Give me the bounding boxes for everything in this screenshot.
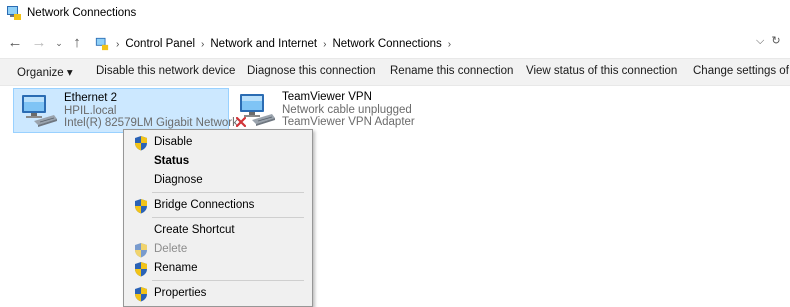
menu-item-label: Disable — [154, 136, 193, 148]
menu-item-bridge-connections[interactable]: Bridge Connections — [124, 196, 312, 215]
breadcrumb-separator-icon[interactable]: › — [448, 39, 451, 50]
organize-menu-button[interactable]: Organize ▾ — [17, 65, 73, 79]
breadcrumb-network-and-internet[interactable]: Network and Internet — [210, 38, 317, 50]
title-bar: Network Connections — [0, 0, 790, 28]
forward-arrow-icon[interactable]: → — [30, 34, 48, 52]
connection-name: Ethernet 2 — [64, 92, 118, 104]
menu-separator — [152, 217, 304, 218]
menu-item-label: Properties — [154, 287, 207, 299]
menu-item-disable[interactable]: Disable — [124, 133, 312, 152]
connection-status: Network cable unplugged — [282, 103, 412, 116]
address-controls: ⌵ ↻ — [756, 34, 781, 48]
uac-shield-icon — [134, 242, 148, 258]
menu-separator — [152, 192, 304, 193]
context-menu: Disable Status Diagnose Bridge Connectio… — [123, 129, 313, 307]
breadcrumb-separator-icon[interactable]: › — [201, 39, 204, 50]
view-status-button[interactable]: View status of this connection — [526, 65, 677, 77]
network-connections-icon — [7, 6, 21, 20]
menu-item-diagnose[interactable]: Diagnose — [124, 171, 312, 190]
disable-device-button[interactable]: Disable this network device — [96, 65, 235, 77]
menu-item-label: Rename — [154, 262, 198, 274]
rename-connection-button[interactable]: Rename this connection — [390, 65, 513, 77]
connection-details: TeamViewer VPN Network cable unplugged T… — [282, 91, 415, 129]
menu-item-label: Status — [154, 155, 190, 167]
refresh-icon[interactable]: ↻ — [771, 35, 780, 47]
menu-item-label: Delete — [154, 243, 188, 255]
connection-details: Ethernet 2 HPIL.local Intel(R) 82579LM G… — [64, 92, 238, 130]
address-bar: ← → ⌄ ↑ › Control Panel › Network and In… — [0, 30, 790, 56]
menu-item-create-shortcut[interactable]: Create Shortcut — [124, 221, 312, 240]
recent-locations-chevron-icon[interactable]: ⌄ — [50, 34, 68, 52]
connection-item-ethernet-2[interactable]: Ethernet 2 HPIL.local Intel(R) 82579LM G… — [13, 88, 238, 133]
breadcrumb-network-connections[interactable]: Network Connections — [332, 38, 441, 50]
command-bar: Organize ▾ Disable this network device D… — [0, 58, 790, 86]
disconnected-x-icon — [236, 117, 246, 127]
connection-item-teamviewer-vpn[interactable]: TeamViewer VPN Network cable unplugged T… — [232, 88, 452, 131]
menu-item-label: Bridge Connections — [154, 199, 255, 211]
connection-device: TeamViewer VPN Adapter — [282, 116, 415, 128]
menu-item-label: Diagnose — [154, 174, 203, 186]
breadcrumb-separator-icon[interactable]: › — [323, 39, 326, 50]
menu-item-label: Create Shortcut — [154, 224, 235, 236]
back-arrow-icon[interactable]: ← — [6, 34, 24, 52]
menu-item-rename[interactable]: Rename — [124, 259, 312, 278]
uac-shield-icon — [134, 198, 148, 214]
connection-device: Intel(R) 82579LM Gigabit Network — [64, 117, 238, 129]
network-adapter-icon — [20, 93, 58, 127]
connection-status: HPIL.local — [64, 104, 117, 117]
menu-item-properties[interactable]: Properties — [124, 284, 312, 303]
change-settings-button[interactable]: Change settings of th — [693, 65, 790, 77]
control-panel-icon — [95, 37, 109, 51]
up-arrow-icon[interactable]: ↑ — [68, 34, 86, 52]
uac-shield-icon — [134, 261, 148, 277]
menu-item-delete[interactable]: Delete — [124, 240, 312, 259]
uac-shield-icon — [134, 135, 148, 151]
breadcrumb[interactable]: › Control Panel › Network and Internet ›… — [94, 36, 451, 52]
menu-item-status[interactable]: Status — [124, 152, 312, 171]
menu-separator — [152, 280, 304, 281]
window-title: Network Connections — [27, 7, 137, 19]
address-dropdown-icon[interactable]: ⌵ — [756, 35, 764, 47]
diagnose-connection-button[interactable]: Diagnose this connection — [247, 65, 376, 77]
connection-name: TeamViewer VPN — [282, 91, 372, 103]
breadcrumb-control-panel[interactable]: Control Panel — [125, 38, 195, 50]
uac-shield-icon — [134, 286, 148, 302]
breadcrumb-separator-icon[interactable]: › — [116, 39, 119, 50]
